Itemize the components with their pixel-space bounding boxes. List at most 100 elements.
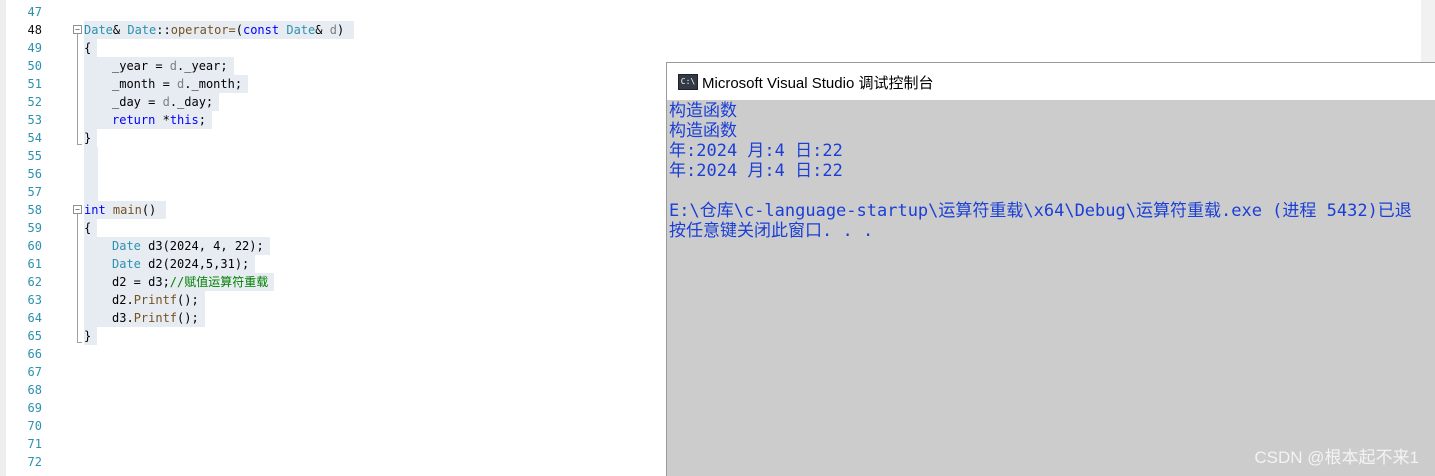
code-line-60[interactable]: Date d3(2024, 4, 22); <box>84 237 270 255</box>
code-token: & <box>112 23 128 37</box>
line-number: 56 <box>27 167 42 181</box>
line-number: 63 <box>27 293 42 307</box>
code-token: main <box>112 203 142 217</box>
code-line-48[interactable]: Date& Date::operator=(const Date& d) <box>84 21 355 39</box>
code-line-61[interactable]: Date d2(2024,5,31); <box>84 255 256 273</box>
line-number: 49 <box>27 41 42 55</box>
console-title-bar[interactable]: C:\ Microsoft Visual Studio 调试控制台 <box>667 63 1435 100</box>
code-token: ( <box>235 23 243 37</box>
fold-guide <box>77 214 78 342</box>
line-number: 60 <box>27 239 42 253</box>
line-number: 72 <box>27 455 42 469</box>
line-number: 59 <box>27 221 42 235</box>
code-token: this <box>169 113 199 127</box>
console-window-title: Microsoft Visual Studio 调试控制台 <box>702 75 934 92</box>
code-token: return <box>112 113 156 127</box>
line-number: 65 <box>27 329 42 343</box>
code-token: int <box>84 203 106 217</box>
code-token: ._month; <box>184 77 243 91</box>
line-number-current: 48 <box>27 23 42 37</box>
code-token: Date <box>127 23 157 37</box>
line-number: 64 <box>27 311 42 325</box>
line-number: 67 <box>27 365 42 379</box>
code-token: * <box>155 113 170 127</box>
console-output-line: 年:2024 月:4 日:22 <box>669 161 843 181</box>
code-line-63[interactable]: d2.Printf(); <box>84 291 205 309</box>
line-number: 69 <box>27 401 42 415</box>
code-line-62[interactable]: d2 = d3;//赋值运算符重载 <box>84 273 275 291</box>
code-token: d2 = d3; <box>112 275 170 289</box>
line-number: 57 <box>27 185 42 199</box>
code-line-64[interactable]: d3.Printf(); <box>84 309 205 327</box>
code-line-58[interactable]: int main() <box>84 201 167 219</box>
line-number: 61 <box>27 257 42 271</box>
code-token: Printf <box>133 311 178 325</box>
fold-guide <box>77 34 78 144</box>
fold-guide-end <box>77 144 82 145</box>
debug-console-window[interactable]: C:\ Microsoft Visual Studio 调试控制台 构造函数 构… <box>666 62 1435 476</box>
code-line-56[interactable] <box>84 165 98 183</box>
code-comment: //赋值运算符重载 <box>169 275 269 289</box>
line-number: 47 <box>27 5 42 19</box>
code-line-55[interactable] <box>84 147 98 165</box>
line-number: 68 <box>27 383 42 397</box>
code-line-51[interactable]: _month = d._month; <box>84 75 249 93</box>
console-output[interactable]: 构造函数 构造函数 年:2024 月:4 日:22 年:2024 月:4 日:2… <box>669 101 1435 476</box>
code-line-59[interactable]: { <box>84 219 98 237</box>
code-line-49[interactable]: { <box>84 39 98 57</box>
line-number: 71 <box>27 437 42 451</box>
watermark: CSDN @根本起不来1 <box>1254 448 1419 467</box>
code-token: :: <box>156 23 171 37</box>
line-number: 50 <box>27 59 42 73</box>
console-output-line: E:\仓库\c-language-startup\运算符重载\x64\Debug… <box>669 201 1412 221</box>
code-line-65[interactable]: } <box>84 327 98 345</box>
code-token: (); <box>177 311 199 325</box>
line-number: 54 <box>27 131 42 145</box>
code-token: d3(2024, 4, 22); <box>140 239 264 253</box>
code-token: d2(2024,5,31); <box>140 257 250 271</box>
code-token: d <box>162 95 170 109</box>
code-token: ; <box>198 113 206 127</box>
code-token: operator= <box>170 23 236 37</box>
line-number: 53 <box>27 113 42 127</box>
console-output-line: 构造函数 <box>669 101 737 121</box>
code-token: Date <box>112 239 141 253</box>
code-token: d <box>329 23 337 37</box>
fold-collapse-icon[interactable]: − <box>73 25 82 34</box>
line-number: 62 <box>27 275 42 289</box>
line-number: 66 <box>27 347 42 361</box>
code-token: Date <box>286 23 316 37</box>
code-line-50[interactable]: _year = d._year; <box>84 57 234 75</box>
console-output-line: 按任意键关闭此窗口. . . <box>669 221 874 241</box>
code-token: () <box>141 203 157 217</box>
editor-scrollbar[interactable] <box>1421 0 1435 62</box>
code-token: _day = <box>112 95 163 109</box>
code-token: ._day; <box>169 95 214 109</box>
code-token: d3. <box>112 311 134 325</box>
code-token: ._year; <box>177 59 228 73</box>
code-line-52[interactable]: _day = d._day; <box>84 93 220 111</box>
code-token: Date <box>84 23 113 37</box>
code-token: d2. <box>112 293 134 307</box>
code-token: _year = <box>112 59 170 73</box>
code-line-57[interactable] <box>84 183 98 201</box>
line-number: 51 <box>27 77 42 91</box>
fold-collapse-icon[interactable]: − <box>73 205 82 214</box>
code-token: Printf <box>133 293 178 307</box>
line-number: 55 <box>27 149 42 163</box>
code-token: Date <box>112 257 141 271</box>
code-token: ) <box>336 23 345 37</box>
console-app-icon: C:\ <box>678 74 698 90</box>
code-token: (); <box>177 293 199 307</box>
code-line-54[interactable]: } <box>84 129 98 147</box>
fold-guide-end <box>77 342 82 343</box>
code-token: _month = <box>112 77 178 91</box>
console-output-line: 年:2024 月:4 日:22 <box>669 141 843 161</box>
code-token: const <box>242 23 280 37</box>
code-line-53[interactable]: return *this; <box>84 111 212 129</box>
line-number: 52 <box>27 95 42 109</box>
console-output-line: 构造函数 <box>669 121 737 141</box>
code-token: & <box>315 23 330 37</box>
code-token: d <box>169 59 178 73</box>
